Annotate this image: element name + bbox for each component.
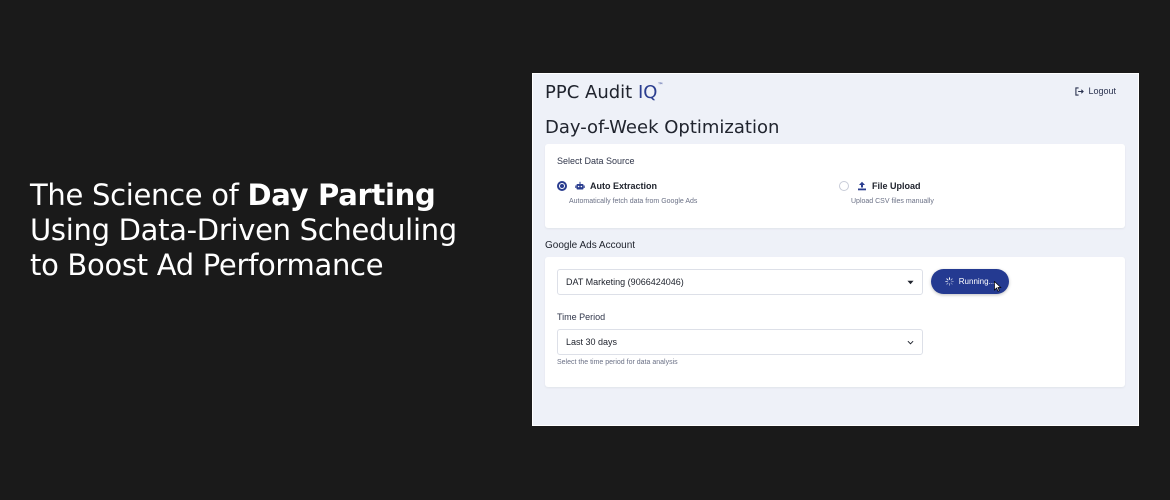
brand-logo: PPC Audit IQ™ <box>545 82 664 103</box>
headline-line-3: to Boost Ad Performance <box>30 248 384 282</box>
headline-line-1: The Science of Day Parting <box>30 178 436 212</box>
data-source-label: Select Data Source <box>557 156 635 166</box>
robot-icon <box>575 181 585 190</box>
time-period-select[interactable]: Last 30 days <box>557 329 923 355</box>
chevron-down-icon <box>907 340 914 345</box>
chevron-down-icon <box>907 280 914 285</box>
radio-auto-extraction[interactable] <box>557 181 567 191</box>
google-ads-account-label: Google Ads Account <box>545 240 636 251</box>
headline-line-2: Using Data-Driven Scheduling <box>30 213 457 247</box>
app-window: PPC Audit IQ™ Logout Day-of-Week Optimiz… <box>532 73 1139 426</box>
option-file-upload-desc: Upload CSV files manually <box>851 198 934 205</box>
option-file-upload[interactable]: File Upload <box>839 181 921 191</box>
radio-file-upload[interactable] <box>839 181 849 191</box>
logout-button[interactable]: Logout <box>1075 86 1116 96</box>
hero-headline: The Science of Day Parting Using Data-Dr… <box>30 178 520 283</box>
logout-icon <box>1075 86 1085 96</box>
option-auto-extraction-desc: Automatically fetch data from Google Ads <box>569 198 698 205</box>
mouse-cursor-icon <box>994 281 1002 292</box>
account-card: DAT Marketing (9066424046) Running... Ti… <box>545 257 1125 387</box>
page-title: Day-of-Week Optimization <box>545 117 780 138</box>
option-auto-extraction[interactable]: Auto Extraction <box>557 181 657 191</box>
data-source-card: Select Data Source Auto Extraction Autom… <box>545 144 1125 228</box>
account-select[interactable]: DAT Marketing (9066424046) <box>557 269 923 295</box>
upload-icon <box>858 181 866 191</box>
headline-emphasis: Day Parting <box>247 178 436 212</box>
spinner-icon <box>944 277 954 286</box>
time-period-label: Time Period <box>557 312 606 322</box>
time-period-help: Select the time period for data analysis <box>557 359 678 366</box>
